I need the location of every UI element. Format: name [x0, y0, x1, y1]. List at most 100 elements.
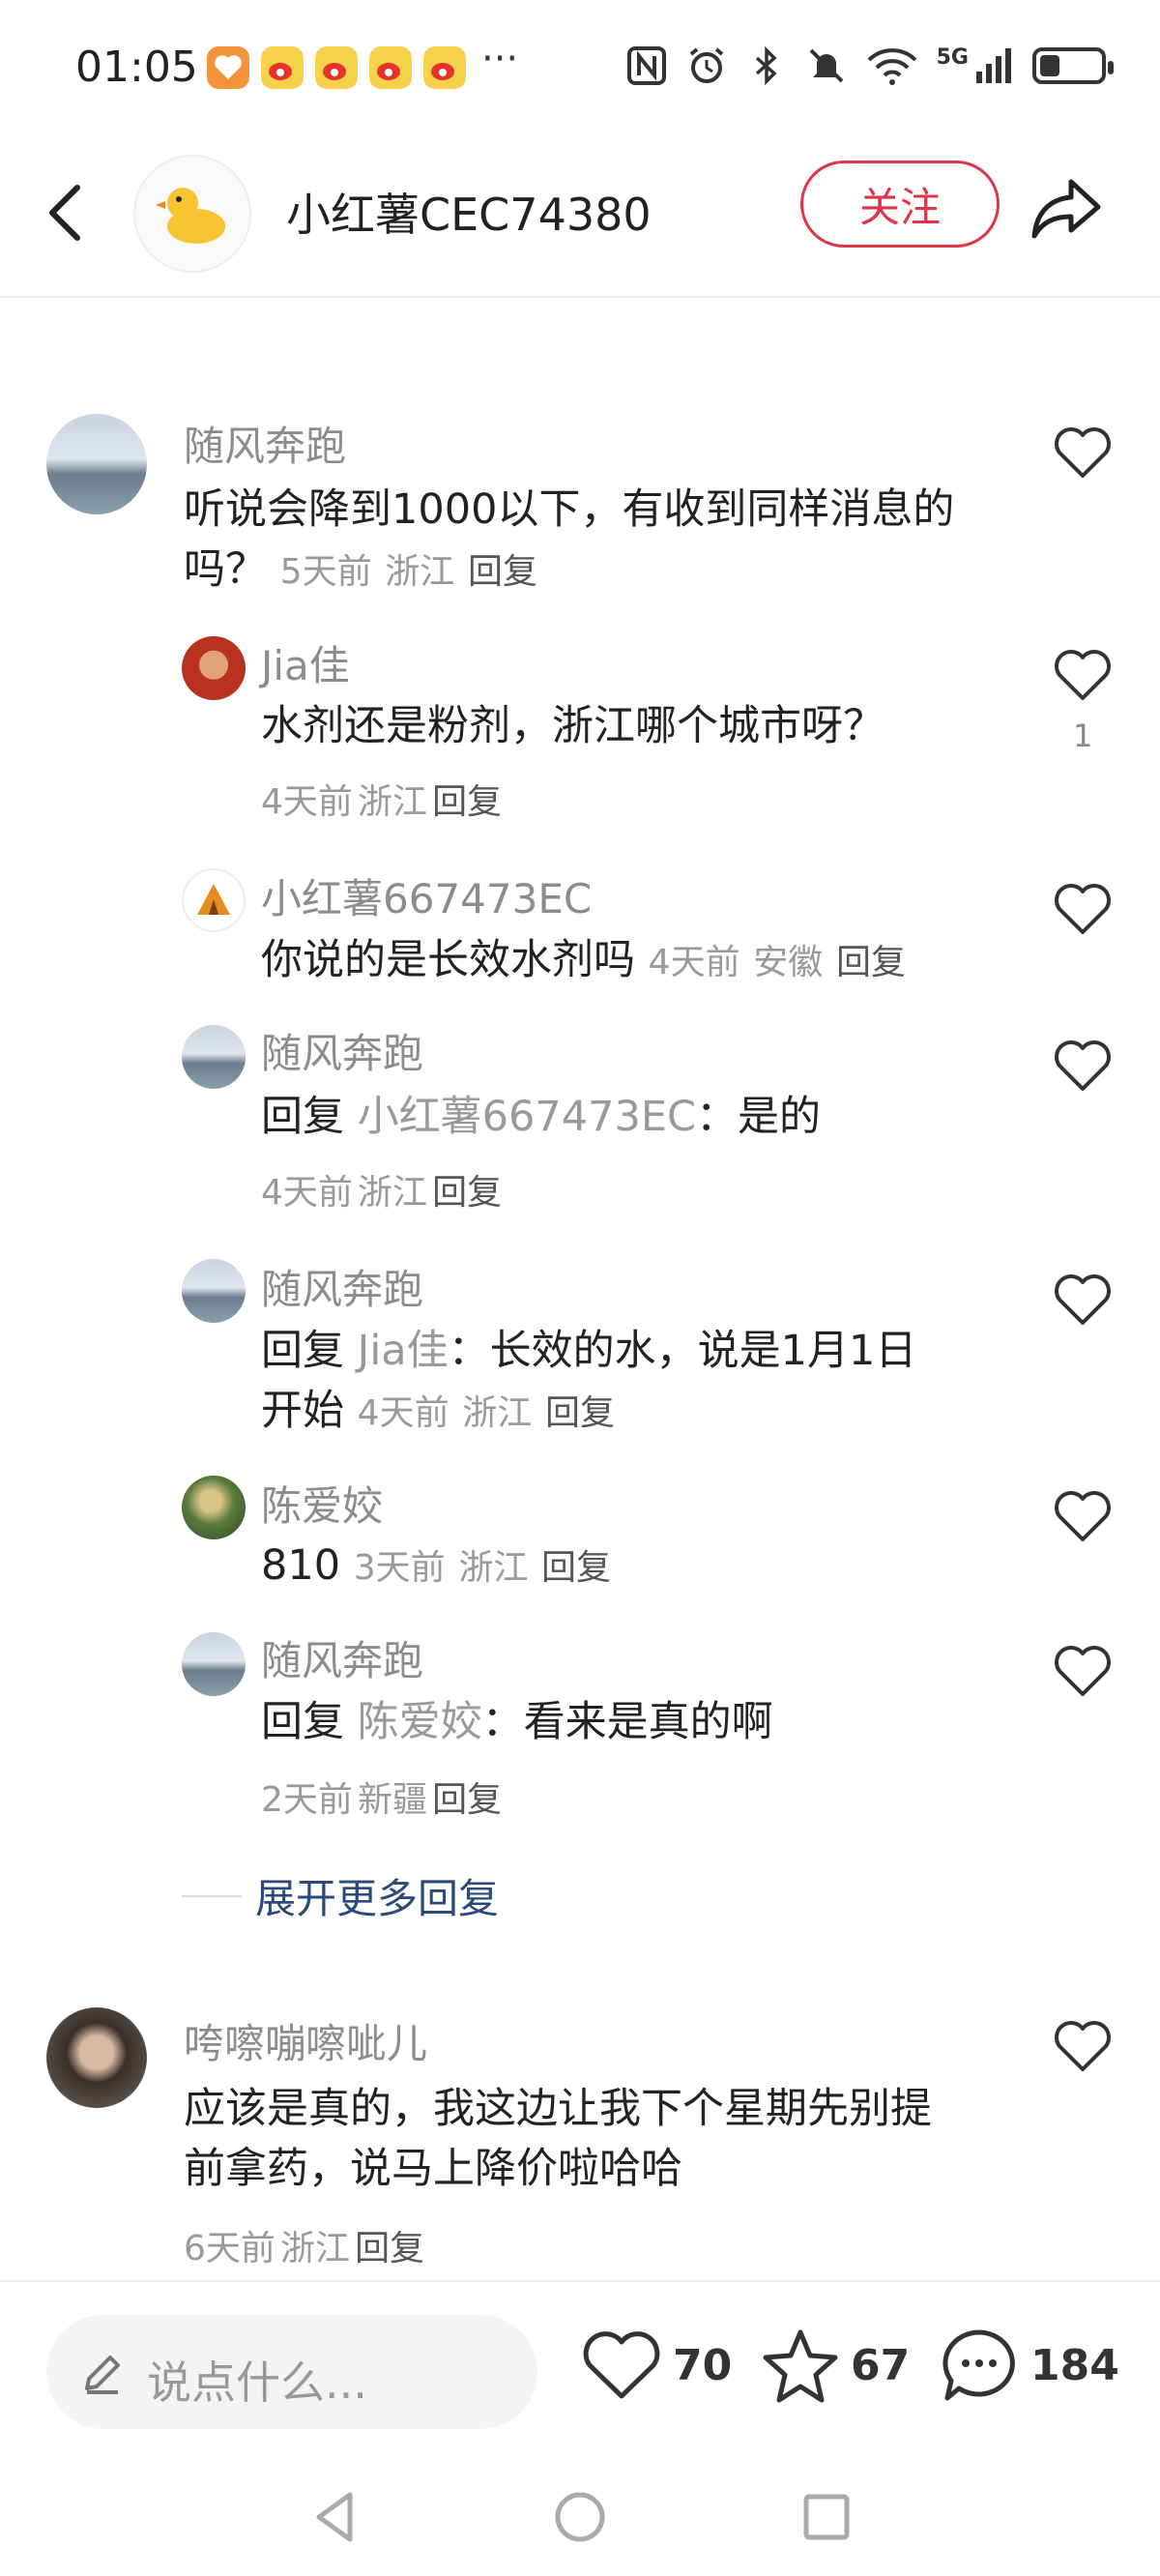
reply-button[interactable]: 回复 [468, 552, 537, 592]
avatar[interactable] [182, 1632, 246, 1696]
favorite-count: 67 [851, 2340, 911, 2390]
reply-time: 2天前 [261, 1780, 353, 1820]
heart-icon[interactable] [1052, 644, 1114, 706]
reply-author[interactable]: 陈爱姣 [261, 1474, 383, 1533]
avatar[interactable] [46, 2007, 147, 2108]
comment-meta: 6天前 浙江 回复 [184, 2220, 424, 2270]
star-icon [763, 2329, 838, 2403]
avatar[interactable] [182, 1025, 246, 1089]
heart-icon[interactable] [1052, 2015, 1114, 2077]
heart-icon[interactable] [1052, 1640, 1114, 1702]
avatar[interactable] [182, 636, 246, 700]
expand-replies-button[interactable]: 展开更多回复 [182, 1866, 499, 1925]
reply-author[interactable]: 随风奔跑 [261, 1628, 423, 1687]
comment-text-line-2: 前拿药，说马上降价啦哈哈 [184, 2145, 682, 2193]
reply-button[interactable]: 回复 [432, 1780, 502, 1820]
heart-icon[interactable] [1052, 1269, 1114, 1331]
reply-text-content: ：是的 [696, 1093, 822, 1141]
status-icons: 5G [625, 39, 1114, 93]
comment-text-line-2: 吗？ 5天前 浙江 回复 [184, 540, 954, 602]
heart-icon[interactable] [1052, 878, 1114, 940]
alarm-icon [689, 47, 723, 83]
reply-location: 浙江 [358, 782, 428, 822]
mute-icon [809, 48, 844, 83]
reply-author[interactable]: 小红薯667473EC [261, 866, 592, 925]
like-button[interactable]: 70 [580, 2317, 732, 2414]
expand-replies-label: 展开更多回复 [255, 1875, 500, 1922]
reply-to-user[interactable]: 陈爱姣 [358, 1698, 482, 1746]
reply-button[interactable]: 回复 [545, 1393, 615, 1433]
health-app-icon [207, 46, 249, 89]
reply-button[interactable]: 回复 [541, 1548, 611, 1588]
weibo-icon [315, 46, 358, 89]
comment-author[interactable]: 咵嚓嘣嚓呲儿 [184, 2011, 427, 2070]
top-bar: 小红薯CEC74380 关注 [0, 135, 1160, 298]
comment-text: 应该是真的，我这边让我下个星期先别提 前拿药，说马上降价啦哈哈 [184, 2079, 932, 2199]
system-nav-bar [0, 2456, 1160, 2576]
reply-location: 浙江 [358, 1173, 428, 1213]
home-circle-icon[interactable] [546, 2483, 614, 2551]
reply-meta: 4天前 浙江 回复 [261, 1164, 502, 1215]
reply-button[interactable]: 回复 [432, 782, 502, 822]
comment-button[interactable]: 184 [938, 2317, 1119, 2414]
avatar[interactable] [133, 155, 251, 273]
heart-icon[interactable] [1052, 422, 1114, 483]
wifi-icon [867, 48, 917, 85]
comment-author[interactable]: 随风奔跑 [184, 414, 346, 473]
reply-button[interactable]: 回复 [836, 943, 906, 982]
reply-author[interactable]: Jia佳 [261, 633, 350, 692]
network-label: 5G [936, 44, 969, 70]
avatar[interactable] [46, 414, 147, 514]
reply-meta: 4天前 浙江 回复 [261, 774, 502, 824]
avatar[interactable] [182, 1259, 246, 1323]
duck-icon [156, 188, 225, 244]
battery-icon [1032, 47, 1114, 84]
reply-text-content: 你说的是长效水剂吗 [261, 936, 635, 984]
comment-time: 6天前 [184, 2229, 276, 2269]
heart-icon[interactable] [1052, 1485, 1114, 1547]
reply-text-content: ：看来是真的啊 [481, 1698, 773, 1746]
pencil-icon [85, 2356, 120, 2394]
reply-time: 4天前 [261, 1173, 353, 1213]
reply-text: 回复 陈爱姣：看来是真的啊 [261, 1692, 773, 1752]
avatar[interactable] [182, 1476, 246, 1539]
reply-author[interactable]: 随风奔跑 [261, 1257, 423, 1316]
reply-button[interactable]: 回复 [432, 1173, 502, 1213]
like-count: 70 [673, 2340, 733, 2390]
bluetooth-icon [755, 45, 777, 86]
chevron-left-icon[interactable] [39, 174, 93, 251]
share-icon[interactable] [1027, 168, 1106, 248]
reply-button[interactable]: 回复 [355, 2229, 424, 2269]
reply-prefix: 回复 [261, 1093, 344, 1141]
reply-text: 你说的是长效水剂吗 4天前 安徽 回复 [261, 930, 906, 993]
weibo-icon [423, 46, 466, 89]
favorite-button[interactable]: 67 [760, 2317, 910, 2414]
reply-text-content: ：长效的水，说是1月1日 [448, 1327, 917, 1375]
avatar[interactable] [182, 868, 246, 932]
reply-text-cont: 开始 [261, 1387, 344, 1435]
reply-text-content: 810 [261, 1541, 341, 1590]
signal-icon [976, 48, 1011, 83]
bottom-action-bar: 说点什么... 70 67 184 [0, 2280, 1160, 2429]
status-time: 01:05 [75, 43, 198, 92]
recents-square-icon[interactable] [793, 2483, 860, 2551]
comment-count: 184 [1030, 2340, 1119, 2390]
reply-text: 回复 Jia佳：长效的水，说是1月1日 开始 4天前 浙江 回复 [261, 1321, 916, 1444]
more-notifications-indicator: ··· [481, 37, 519, 81]
reply-author[interactable]: 随风奔跑 [261, 1021, 423, 1080]
comment-text: 听说会降到1000以下，有收到同样消息的 吗？ 5天前 浙江 回复 [184, 480, 954, 602]
reply-time: 4天前 [261, 782, 353, 822]
reply-location: 安徽 [753, 943, 824, 982]
comment-bubble-icon [942, 2329, 1015, 2401]
reply-meta: 2天前 新疆 回复 [261, 1771, 502, 1822]
reply-to-user[interactable]: Jia佳 [358, 1327, 449, 1375]
heart-icon[interactable] [1052, 1035, 1114, 1097]
divider [182, 1894, 242, 1897]
comment-input[interactable]: 说点什么... [46, 2315, 537, 2429]
back-triangle-icon[interactable] [302, 2483, 369, 2551]
comment-location: 浙江 [280, 2229, 351, 2269]
reply-to-user[interactable]: 小红薯667473EC [358, 1093, 696, 1141]
reply-prefix: 回复 [261, 1327, 344, 1375]
reply-time: 3天前 [353, 1548, 446, 1588]
follow-button[interactable]: 关注 [800, 161, 1000, 248]
